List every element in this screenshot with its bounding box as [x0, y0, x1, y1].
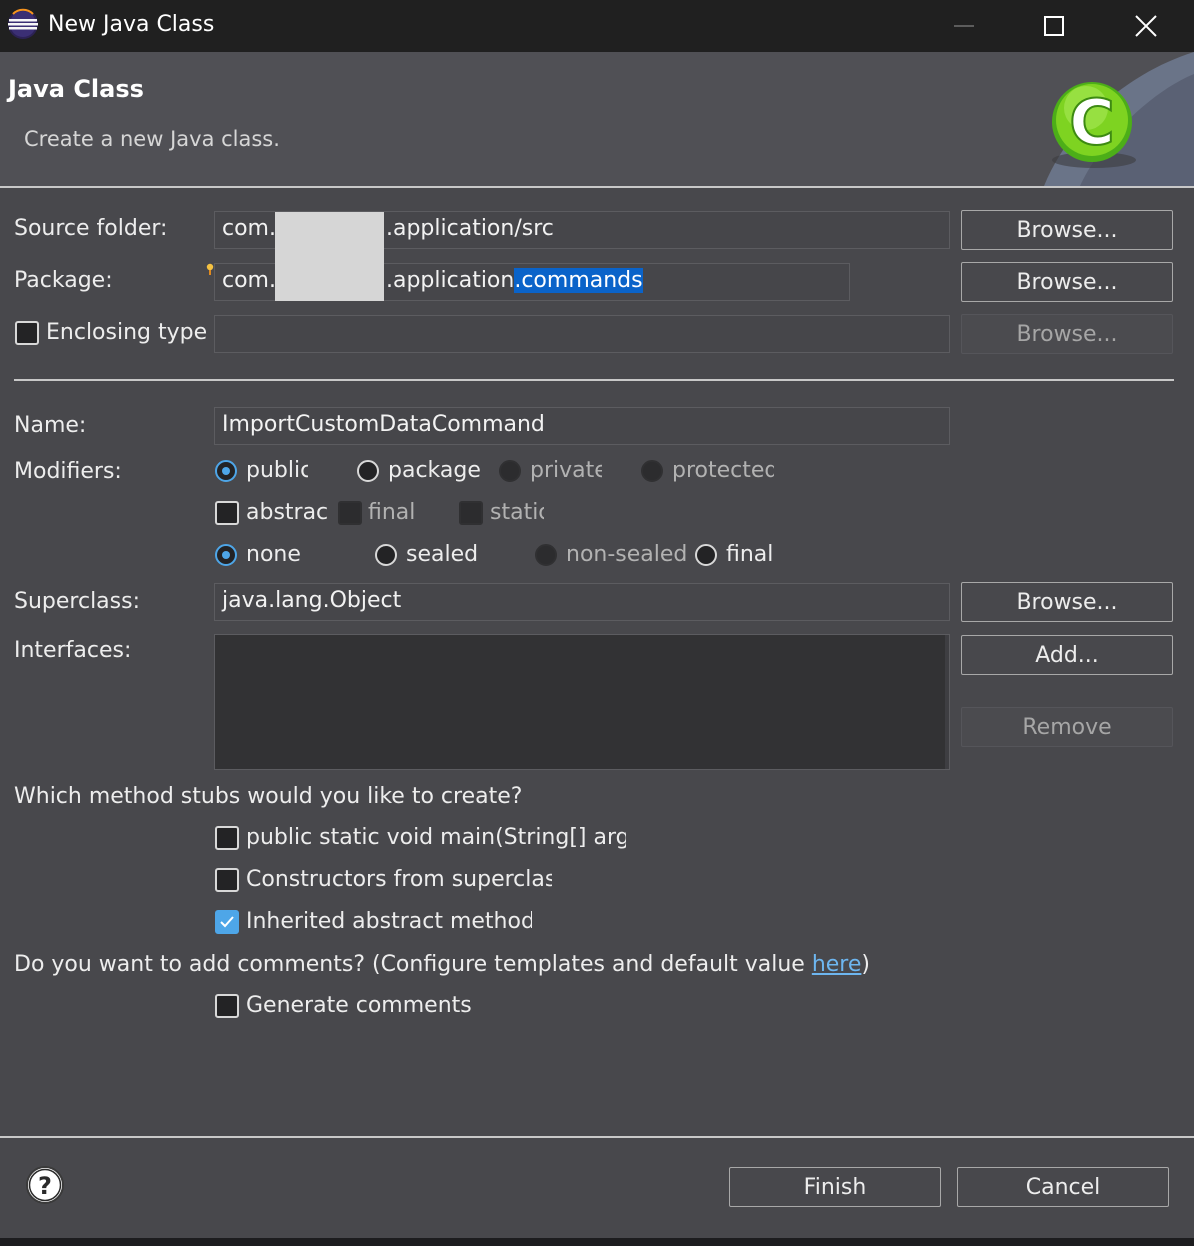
modifier-final-checkbox[interactable]: [338, 501, 362, 525]
package-value-prefix: com.: [222, 268, 276, 293]
sealing-non-sealed-label: non-sealed: [566, 542, 688, 567]
interfaces-list[interactable]: [214, 634, 950, 770]
modifier-final-label: final: [368, 500, 416, 525]
minimize-button[interactable]: [918, 0, 1010, 52]
page-title: Java Class: [8, 75, 144, 103]
window-title: New Java Class: [48, 12, 215, 37]
section-divider: [14, 379, 1174, 381]
superclass-input[interactable]: java.lang.Object: [214, 583, 950, 621]
configure-templates-link[interactable]: here: [812, 952, 862, 977]
stub-main-label: public static void main(String[] args): [246, 825, 626, 850]
source-folder-value-prefix: com.: [222, 216, 276, 241]
redaction-block: [275, 212, 384, 301]
sealing-final-label: final: [726, 542, 772, 567]
generate-comments-checkbox[interactable]: [215, 994, 239, 1018]
sealing-none-label: none: [246, 542, 300, 567]
source-folder-label: Source folder:: [14, 216, 168, 241]
modifier-static-label: static: [490, 500, 544, 525]
modifier-private-label: private: [530, 458, 602, 483]
package-browse-button[interactable]: Browse...: [961, 262, 1173, 302]
interfaces-label: Interfaces:: [14, 638, 132, 663]
close-icon: [1135, 15, 1157, 37]
maximize-icon: [1044, 16, 1064, 36]
close-button[interactable]: [1100, 0, 1192, 52]
finish-button[interactable]: Finish: [729, 1167, 941, 1207]
modifier-public-radio[interactable]: [215, 460, 237, 482]
interfaces-scrollbar[interactable]: [945, 635, 949, 769]
name-input[interactable]: ImportCustomDataCommand: [214, 407, 950, 445]
svg-text:?: ?: [38, 1172, 52, 1200]
sealing-sealed-label: sealed: [406, 542, 479, 567]
page-subtitle: Create a new Java class.: [24, 127, 280, 151]
package-value-middle: .application: [385, 268, 515, 293]
modifiers-label: Modifiers:: [14, 459, 122, 484]
package-label: Package:: [14, 268, 113, 293]
name-label: Name:: [14, 413, 87, 438]
sealing-non-sealed-radio[interactable]: [535, 544, 557, 566]
sealing-final-radio[interactable]: [695, 544, 717, 566]
superclass-label: Superclass:: [14, 589, 140, 614]
window-bottom-edge: [0, 1238, 1194, 1246]
package-value-selected: .commands: [514, 268, 643, 293]
source-folder-browse-button[interactable]: Browse...: [961, 210, 1173, 250]
interfaces-add-button[interactable]: Add...: [961, 635, 1173, 675]
modifier-public-label: public: [246, 458, 308, 483]
method-stubs-question: Which method stubs would you like to cre…: [14, 784, 523, 809]
java-class-icon: C: [1040, 52, 1194, 186]
enclosing-type-label: Enclosing type:: [46, 320, 206, 345]
eclipse-icon: [7, 8, 39, 40]
comments-question-text: Do you want to add comments? (Configure …: [14, 952, 812, 977]
enclosing-type-input[interactable]: [214, 315, 950, 353]
modifier-protected-radio[interactable]: [641, 460, 663, 482]
modifier-abstract-checkbox[interactable]: [215, 501, 239, 525]
interfaces-remove-button[interactable]: Remove: [961, 707, 1173, 747]
minimize-icon: [954, 25, 974, 27]
help-icon: ?: [26, 1166, 64, 1204]
modifier-protected-label: protected: [672, 458, 774, 483]
help-button[interactable]: ?: [25, 1165, 65, 1205]
comments-question-end: ): [861, 952, 870, 977]
source-folder-value-suffix: .application/src: [385, 216, 554, 241]
generate-comments-label: Generate comments: [246, 993, 472, 1018]
header-divider: [0, 186, 1194, 188]
stub-main-checkbox[interactable]: [215, 826, 239, 850]
content-assist-icon: [206, 262, 214, 276]
modifier-abstract-label: abstract: [246, 500, 328, 525]
footer-divider: [0, 1136, 1194, 1138]
sealing-none-radio[interactable]: [215, 544, 237, 566]
stub-inherited-checkbox[interactable]: [215, 910, 239, 934]
modifier-package-label: package: [388, 458, 481, 483]
wizard-header: [0, 52, 1194, 186]
superclass-browse-button[interactable]: Browse...: [961, 582, 1173, 622]
cancel-button[interactable]: Cancel: [957, 1167, 1169, 1207]
check-icon: [220, 916, 234, 928]
svg-text:C: C: [1069, 86, 1115, 159]
stub-constructors-checkbox[interactable]: [215, 868, 239, 892]
comments-question: Do you want to add comments? (Configure …: [14, 952, 870, 977]
stub-inherited-label: Inherited abstract methods: [246, 909, 532, 934]
maximize-button[interactable]: [1008, 0, 1100, 52]
modifier-static-checkbox[interactable]: [459, 501, 483, 525]
enclosing-type-checkbox[interactable]: [15, 321, 39, 345]
stub-constructors-label: Constructors from superclass: [246, 867, 552, 892]
enclosing-type-browse-button[interactable]: Browse...: [961, 314, 1173, 354]
modifier-private-radio[interactable]: [499, 460, 521, 482]
modifier-package-radio[interactable]: [357, 460, 379, 482]
sealing-sealed-radio[interactable]: [375, 544, 397, 566]
